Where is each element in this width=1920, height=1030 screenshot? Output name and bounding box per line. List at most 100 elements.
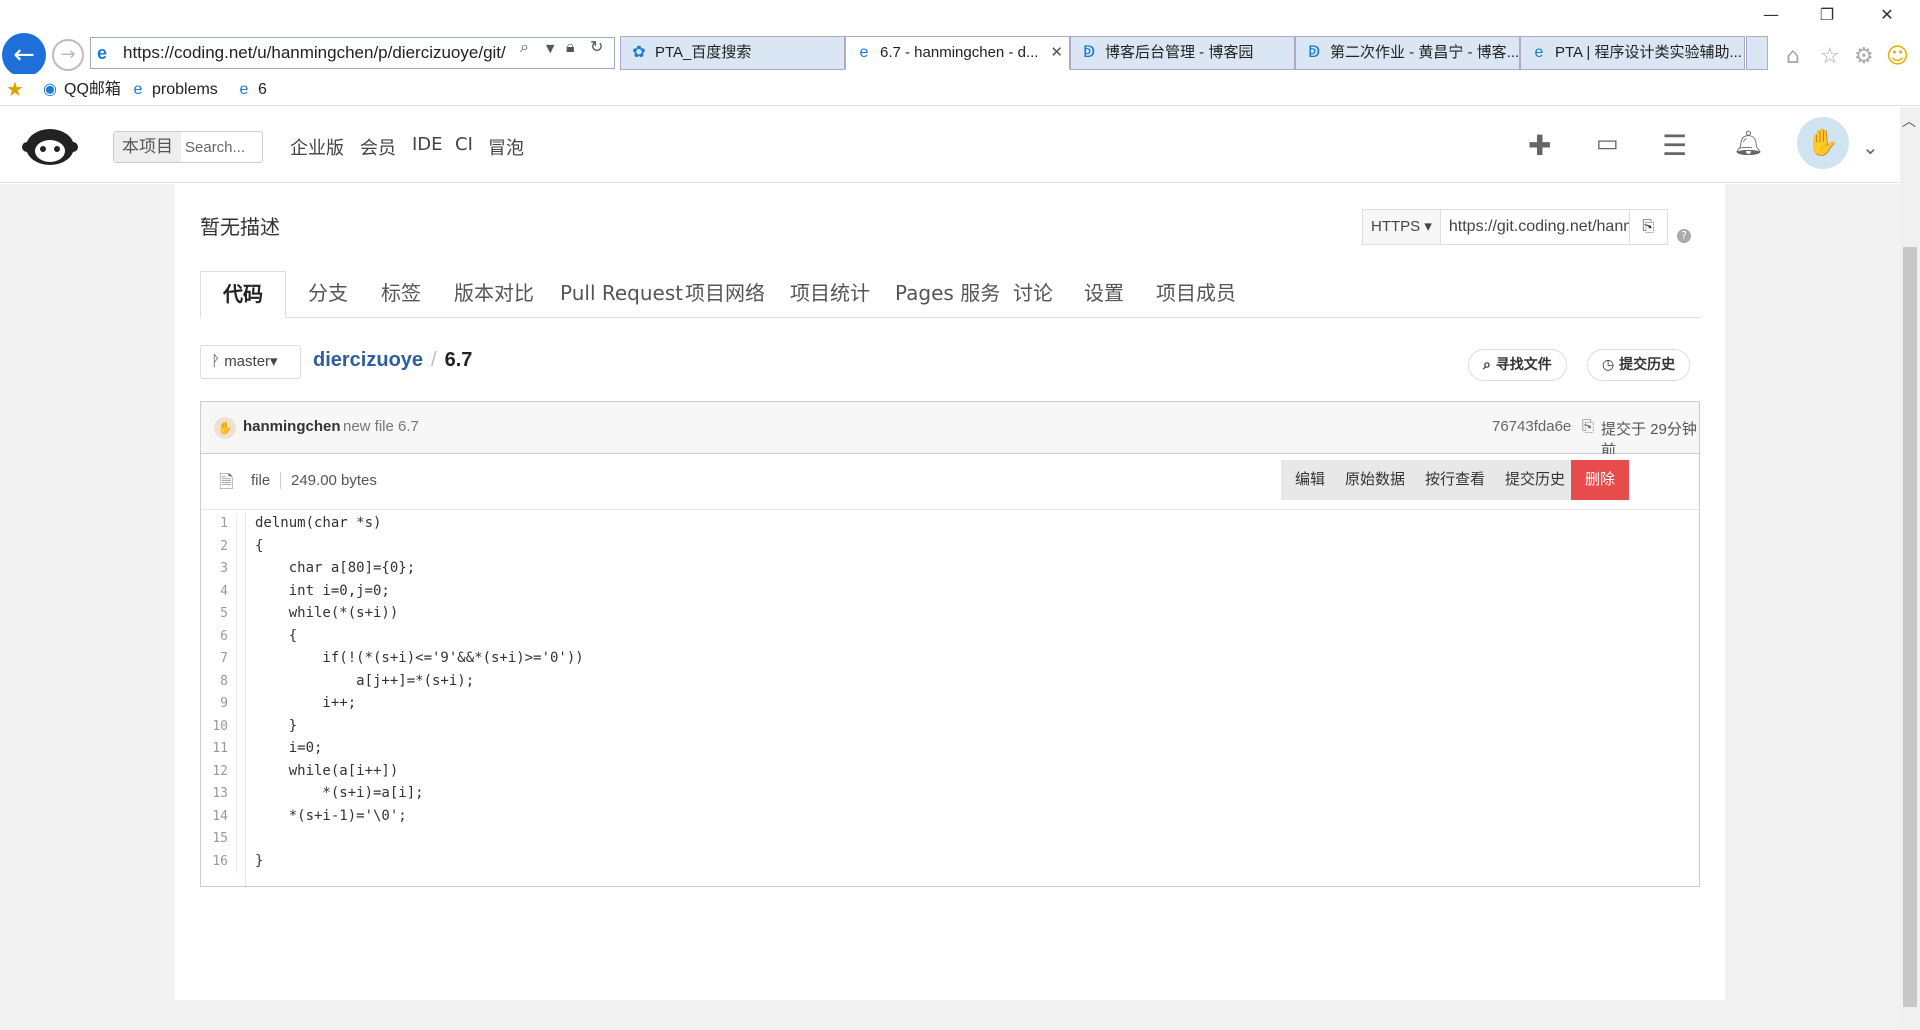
close-tab-icon[interactable]: ✕ — [1050, 37, 1063, 69]
minimize-button[interactable]: — — [1756, 4, 1786, 26]
home-icon[interactable]: ⌂ — [1786, 44, 1800, 69]
help-icon[interactable]: ? — [1677, 229, 1691, 243]
gear-icon[interactable]: ⚙ — [1854, 44, 1874, 69]
ie-icon: e — [1534, 44, 1544, 61]
terminal-folder-icon[interactable]: ▭ — [1596, 129, 1619, 157]
code-text: int i=0,j=0; — [255, 582, 390, 599]
back-button[interactable]: ← — [2, 33, 46, 77]
nav-ci[interactable]: CI — [455, 134, 473, 155]
line-number[interactable]: 10 — [201, 715, 237, 738]
coding-logo-icon[interactable] — [22, 121, 78, 169]
browser-tab[interactable]: ↁ 第二次作业 - 黄昌宁 - 博客... — [1295, 36, 1520, 70]
search-icon: ⌕ — [1483, 357, 1491, 373]
new-tab-button[interactable] — [1746, 36, 1768, 70]
line-number[interactable]: 11 — [201, 738, 237, 761]
dropdown-icon[interactable]: ▼ — [546, 42, 554, 55]
favorite-link[interactable]: ◉ QQ邮箱 — [40, 79, 121, 101]
line-number[interactable]: 13 — [201, 783, 237, 806]
search-icon[interactable]: ⌕ — [520, 37, 529, 57]
search-input[interactable]: 本项目 Search... — [113, 131, 263, 163]
chevron-down-icon[interactable]: ⌄ — [1862, 135, 1879, 159]
star-icon[interactable]: ☆ — [1820, 44, 1840, 69]
line-number[interactable]: 8 — [201, 670, 237, 693]
line-number[interactable]: 15 — [201, 828, 237, 851]
scroll-up-icon[interactable]: ︿ — [1902, 111, 1916, 131]
tab-code[interactable]: 代码 — [200, 271, 286, 318]
refresh-icon[interactable]: ↻ — [590, 37, 603, 56]
code-text: i++; — [255, 695, 357, 711]
code-line: 3 char a[80]={0}; — [201, 557, 1699, 581]
page-scrollbar[interactable]: ︿ — [1900, 107, 1920, 1030]
breadcrumb-repo[interactable]: diercizuoye — [313, 349, 423, 371]
raw-button[interactable]: 原始数据 — [1331, 460, 1421, 500]
code-text: while(*(s+i)) — [255, 605, 399, 621]
commit-history-button[interactable]: ◷ 提交历史 — [1587, 349, 1691, 381]
forward-button[interactable]: → — [52, 39, 84, 71]
breadcrumb-separator: / — [431, 349, 437, 371]
line-number[interactable]: 9 — [201, 693, 237, 716]
line-number[interactable]: 12 — [201, 760, 237, 783]
list-icon[interactable]: ☰ — [1662, 129, 1687, 162]
nav-bubble[interactable]: 冒泡 — [488, 134, 524, 160]
smiley-icon[interactable]: ☺ — [1886, 44, 1909, 69]
tab-members[interactable]: 项目成员 — [1134, 271, 1258, 318]
nav-enterprise[interactable]: 企业版 — [290, 134, 344, 160]
branch-selector[interactable]: ᚹ master▾ — [200, 345, 301, 379]
code-text: i=0; — [255, 740, 323, 756]
copy-icon[interactable]: ⎘ — [1628, 210, 1667, 244]
blame-button[interactable]: 按行查看 — [1411, 460, 1501, 500]
line-number[interactable]: 4 — [201, 580, 237, 603]
address-bar[interactable]: e https://coding.net/u/hanmingchen/p/die… — [90, 37, 615, 69]
commit-message[interactable]: new file 6.7 — [343, 418, 419, 435]
commit-avatar[interactable]: ✋ — [214, 417, 236, 439]
tab-branches[interactable]: 分支 — [286, 271, 370, 318]
clone-url-input[interactable]: https://git.coding.net/hanmingchen/dierc… — [1441, 210, 1629, 244]
commit-hash[interactable]: 76743fda6e — [1492, 418, 1571, 435]
bell-icon[interactable]: 🔔︎ — [1733, 129, 1763, 157]
line-number[interactable]: 3 — [201, 558, 237, 581]
project-description: 暂无描述 — [200, 215, 280, 239]
code-text: { — [255, 627, 298, 644]
code-line: 7 if(!(*(s+i)<='9'&&*(s+i)>='0')) — [201, 647, 1699, 671]
lock-icon[interactable]: 🔒︎ — [566, 37, 575, 57]
line-number[interactable]: 16 — [201, 850, 237, 873]
commit-author[interactable]: hanmingchen — [243, 418, 341, 435]
plus-icon[interactable]: ✚ — [1528, 129, 1551, 162]
browser-tab[interactable]: ✿ PTA_百度搜索 — [620, 36, 845, 70]
restore-button[interactable]: ❐ — [1812, 4, 1842, 26]
line-number[interactable]: 5 — [201, 603, 237, 626]
favorite-link[interactable]: e problems — [128, 79, 218, 101]
browser-tab[interactable]: e PTA | 程序设计类实验辅助... — [1520, 36, 1745, 70]
favorites-star-icon[interactable]: ★ — [6, 79, 24, 101]
scrollbar-thumb[interactable] — [1903, 247, 1917, 1007]
browser-tab-active[interactable]: e 6.7 - hanmingchen - d... ✕ — [845, 36, 1070, 70]
project-content: 暂无描述 HTTPS ▾https://git.coding.net/hanmi… — [175, 184, 1725, 1000]
window-titlebar: — ❐ ✕ — [0, 0, 1920, 30]
line-number[interactable]: 1 — [201, 513, 237, 536]
file-history-button[interactable]: 提交历史 — [1491, 460, 1581, 500]
close-window-button[interactable]: ✕ — [1872, 4, 1902, 26]
search-scope[interactable]: 本项目 — [114, 132, 181, 162]
breadcrumb-file: 6.7 — [444, 349, 473, 371]
copy-hash-icon[interactable]: ⎘ — [1582, 418, 1594, 435]
delete-button[interactable]: 删除 — [1571, 460, 1630, 500]
code-text: } — [255, 717, 298, 734]
tab-tags[interactable]: 标签 — [359, 271, 443, 318]
browser-tab[interactable]: ↁ 博客后台管理 - 博客园 — [1070, 36, 1295, 70]
clone-box: HTTPS ▾https://git.coding.net/hanmingche… — [1362, 209, 1668, 245]
code-text: { — [255, 537, 264, 554]
line-number[interactable]: 14 — [201, 805, 237, 828]
line-number[interactable]: 2 — [201, 535, 237, 558]
find-file-button[interactable]: ⌕ 寻找文件 — [1468, 349, 1567, 381]
avatar[interactable]: ✋ — [1797, 117, 1849, 169]
clone-protocol-select[interactable]: HTTPS ▾ — [1363, 210, 1441, 244]
tab-label: 博客后台管理 - 博客园 — [1105, 44, 1254, 61]
nav-ide[interactable]: IDE — [412, 134, 443, 155]
favorites-bar: ★ ◉ QQ邮箱 e problems e6 — [0, 74, 1920, 106]
line-number[interactable]: 6 — [201, 625, 237, 648]
favorite-link[interactable]: e6 — [234, 79, 267, 101]
breadcrumb: diercizuoye / 6.7 — [313, 349, 472, 372]
line-number[interactable]: 7 — [201, 648, 237, 671]
code-text: *(s+i)=a[i]; — [255, 785, 424, 801]
nav-member[interactable]: 会员 — [360, 134, 396, 160]
